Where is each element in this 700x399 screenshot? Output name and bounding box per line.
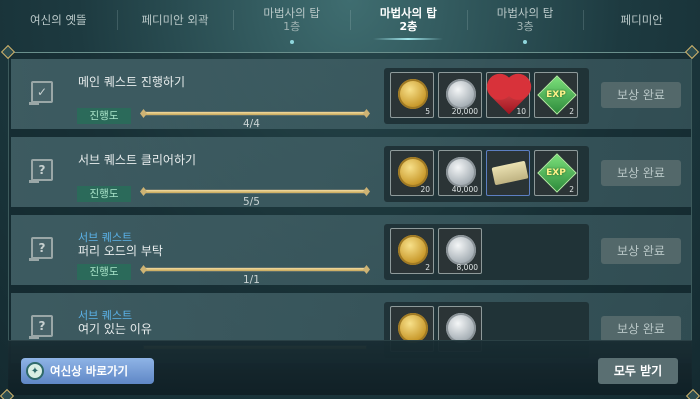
reward-list: 20 40,000 EXP 2 [384, 146, 589, 202]
progress-count: 1/1 [243, 274, 260, 286]
claim-reward-button[interactable]: 보상 완료 [601, 160, 681, 186]
quest-row: ? 서브 퀘스트 퍼리 오드의 부탁 진행도 1/1 2 8,000 보상 완료 [11, 215, 691, 286]
progress-fill [144, 112, 366, 115]
reward-slot[interactable]: 2 [390, 228, 434, 274]
tab-label: 마법사의 탑 [263, 6, 320, 20]
tab-indicator-dot [523, 40, 528, 44]
tab-goddess-garden[interactable]: 여신의 옛뜰 [0, 0, 117, 40]
reward-quantity: 5 [425, 107, 430, 116]
reward-slot[interactable]: 10 [486, 72, 530, 118]
question-scroll-icon: ? [29, 315, 53, 339]
claim-reward-button[interactable]: 보상 완료 [601, 82, 681, 108]
quest-title: 서브 퀘스트 클리어하기 [78, 153, 197, 167]
quest-title: 메인 퀘스트 진행하기 [78, 75, 185, 89]
tab-label: 페디미안 외곽 [141, 12, 209, 27]
silver-coin-icon [446, 313, 476, 343]
gold-coin-icon [398, 157, 428, 187]
reward-slot[interactable]: EXP 2 [534, 72, 578, 118]
claim-reward-button[interactable]: 보상 완료 [601, 238, 681, 264]
reward-list: 5 20,000 10 EXP 2 [384, 68, 589, 124]
progress-bar-cap [140, 187, 147, 196]
claim-all-button[interactable]: 모두 받기 [598, 358, 678, 384]
tab-label: 마법사의 탑 [496, 6, 554, 20]
gold-coin-icon [398, 235, 428, 265]
reward-slot[interactable] [486, 150, 530, 196]
quest-title: 여기 있는 이유 [78, 322, 152, 336]
gold-coin-icon [398, 313, 428, 343]
progress-bar-cap [363, 187, 370, 196]
progress-bar [140, 109, 370, 118]
progress-fill [144, 190, 366, 193]
progress-badge: 진행도 [77, 264, 131, 280]
progress-badge: 진행도 [77, 186, 131, 202]
progress-count: 5/5 [243, 196, 260, 208]
silver-coin-icon [446, 79, 476, 109]
reward-quantity: 2 [569, 185, 574, 194]
claim-reward-button[interactable]: 보상 완료 [601, 316, 681, 342]
reward-slot[interactable]: 20,000 [438, 72, 482, 118]
reward-quantity: 40,000 [451, 185, 478, 194]
reward-slot[interactable]: 40,000 [438, 150, 482, 196]
reward-slot[interactable]: 20 [390, 150, 434, 196]
reward-quantity: 10 [516, 107, 526, 116]
reward-slot[interactable]: EXP 2 [534, 150, 578, 196]
progress-badge: 진행도 [77, 108, 131, 124]
tab-wizard-tower-1f[interactable]: 마법사의 탑 1층 [233, 0, 350, 44]
progress-bar [140, 265, 370, 274]
bottom-bar: ✦ 여신상 바로가기 모두 받기 [0, 340, 700, 399]
tab-sublabel: 3층 [516, 20, 534, 33]
quest-list[interactable]: ✓ 메인 퀘스트 진행하기 진행도 4/4 5 20,000 10 EXP 2 … [11, 59, 691, 371]
reward-quantity: 20 [420, 185, 430, 194]
reward-slot[interactable]: 5 [390, 72, 434, 118]
tab-pedimian-outskirts[interactable]: 페디미안 외곽 [116, 0, 234, 40]
tab-wizard-tower-2f[interactable]: 마법사의 탑 2층 [350, 0, 467, 40]
silver-coin-icon [446, 157, 476, 187]
shortcut-label: 여신상 바로가기 [50, 364, 129, 378]
quest-row: ? 서브 퀘스트 클리어하기 진행도 5/5 20 40,000 EXP 2 보… [11, 137, 691, 208]
reward-list: 2 8,000 [384, 224, 589, 280]
tab-label: 페디미안 [620, 12, 663, 27]
progress-bar-cap [363, 109, 370, 118]
tab-sublabel: 2층 [399, 20, 418, 33]
tab-wizard-tower-3f[interactable]: 마법사의 탑 3층 [466, 0, 584, 44]
tab-label: 여신의 옛뜰 [30, 12, 87, 27]
question-scroll-icon: ? [29, 237, 53, 261]
gold-coin-icon [398, 79, 428, 109]
question-scroll-icon: ? [29, 159, 53, 183]
progress-fill [144, 268, 366, 271]
reward-slot[interactable]: 8,000 [438, 228, 482, 274]
quest-title: 퍼리 오드의 부탁 [78, 244, 163, 258]
scroll-icon [491, 160, 529, 186]
tab-bar: 여신의 옛뜰 페디미안 외곽 마법사의 탑 1층 마법사의 탑 2층 마법사의 … [0, 0, 700, 44]
reward-quantity: 20,000 [451, 107, 478, 116]
tab-pedimian[interactable]: 페디미안 [583, 0, 700, 40]
progress-bar-cap [140, 109, 147, 118]
reward-quantity: 2 [569, 107, 574, 116]
silver-coin-icon [446, 235, 476, 265]
progress-bar-cap [140, 265, 147, 274]
exp-icon-label: EXP [546, 168, 566, 178]
goddess-statue-shortcut-button[interactable]: ✦ 여신상 바로가기 [21, 358, 154, 384]
tab-indicator-dot [289, 40, 294, 44]
goddess-statue-icon: ✦ [26, 362, 44, 380]
exp-icon-label: EXP [546, 90, 566, 100]
check-icon: ✓ [29, 81, 53, 105]
progress-count: 4/4 [243, 118, 260, 130]
progress-bar [140, 187, 370, 196]
quest-row: ✓ 메인 퀘스트 진행하기 진행도 4/4 5 20,000 10 EXP 2 … [11, 59, 691, 130]
tab-label: 마법사의 탑 [379, 6, 437, 20]
progress-bar-cap [363, 265, 370, 274]
reward-quantity: 8,000 [456, 263, 478, 272]
reward-quantity: 2 [425, 263, 430, 272]
tab-sublabel: 1층 [283, 20, 301, 33]
